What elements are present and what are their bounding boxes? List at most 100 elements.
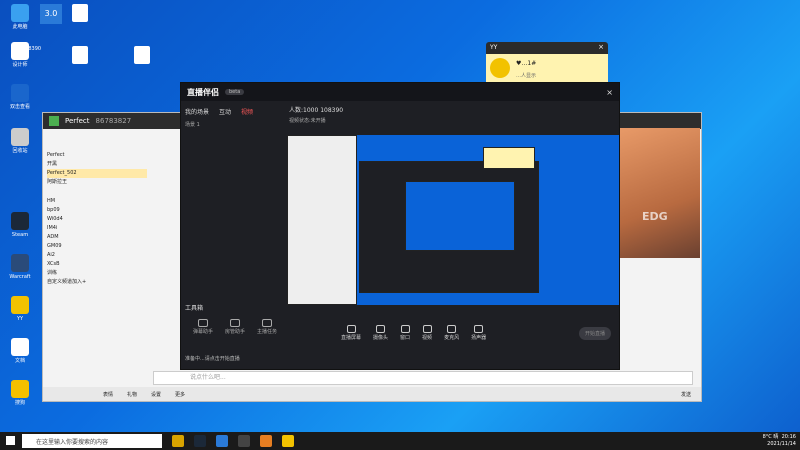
- bottom-item[interactable]: 礼物: [127, 391, 137, 398]
- action-label: 视频: [422, 335, 433, 341]
- live-tabs: 我的场景 互动 视频: [185, 107, 253, 116]
- tree-item[interactable]: Perfect: [47, 151, 147, 160]
- close-icon[interactable]: ×: [606, 88, 613, 97]
- tree-item[interactable]: GM09: [47, 242, 147, 251]
- monitor-icon: [346, 325, 356, 333]
- tree-item[interactable]: bp09: [47, 206, 147, 215]
- tool-icon: [230, 319, 240, 327]
- system-tray[interactable]: 8°C 晴 20:16 2021/11/14: [763, 434, 796, 448]
- tool-label: 房管助手: [224, 329, 245, 335]
- computer-icon: [11, 4, 29, 22]
- desktop-icon-label: YY: [16, 316, 24, 322]
- tab-interact[interactable]: 互动: [219, 107, 231, 116]
- taskbar: 在这里输入你要搜索的内容 8°C 晴 20:16 2021/11/14: [0, 432, 800, 450]
- bottom-item[interactable]: 设置: [151, 391, 161, 398]
- version-tag: beta: [225, 89, 245, 95]
- desktop-icon-label: 回收站: [12, 148, 28, 154]
- desktop-icon-2[interactable]: 双击查看: [2, 84, 38, 110]
- desktop-icon-label: 此电脑: [12, 24, 28, 30]
- tree-item[interactable]: IM4i: [47, 224, 147, 233]
- nested-window: [287, 135, 357, 305]
- tree-item[interactable]: 训练: [47, 269, 147, 278]
- yy-icon[interactable]: [282, 435, 294, 447]
- video-icon: [422, 325, 432, 333]
- tool-icon: [198, 319, 208, 327]
- tab-video[interactable]: 视频: [241, 107, 253, 116]
- chrome-icon[interactable]: [216, 435, 228, 447]
- tab-scenes[interactable]: 我的场景: [185, 107, 209, 116]
- bottom-item[interactable]: 表情: [103, 391, 113, 398]
- live-window[interactable]: 直播伴侣 beta × 我的场景 互动 视频 场景 1 人数:1000 1083…: [180, 82, 620, 370]
- desktop-icon-8[interactable]: 搜狗: [2, 380, 38, 406]
- live-logo: 直播伴侣: [187, 87, 219, 97]
- steam-icon: [11, 212, 29, 230]
- tool-item[interactable]: 房管助手: [219, 319, 251, 335]
- app-icon[interactable]: [238, 435, 250, 447]
- explorer-icon[interactable]: [172, 435, 184, 447]
- stream-preview: [287, 135, 619, 305]
- stream-preview-thumb: EDG: [620, 128, 700, 258]
- tree-item[interactable]: Wi0d4: [47, 215, 147, 224]
- action-label: 摄像头: [373, 335, 389, 341]
- tool-icon: [262, 319, 272, 327]
- tree-item[interactable]: Ai2: [47, 251, 147, 260]
- windows-start-icon[interactable]: [6, 436, 15, 445]
- tree-item[interactable]: ADM: [47, 233, 147, 242]
- document-icon: [11, 338, 29, 356]
- search-placeholder: 在这里输入你要搜索的内容: [36, 438, 109, 446]
- action-button[interactable]: 直播屏幕: [341, 325, 361, 341]
- action-button[interactable]: 麦克风: [444, 325, 459, 341]
- chat-title-id: 86783827: [95, 117, 132, 125]
- scene-label[interactable]: 场景 1: [185, 121, 200, 128]
- status-line: 准备中...请点击开始直播: [185, 356, 240, 362]
- toolbox-label: 工具箱: [185, 305, 204, 312]
- tool-item[interactable]: 主播任务: [251, 319, 283, 335]
- desktop-icon-3[interactable]: 回收站: [2, 128, 38, 154]
- chat-bottom-bar: 表情 礼物 设置 更多 发送: [43, 387, 701, 401]
- file-icon[interactable]: [134, 46, 150, 64]
- home-icon[interactable]: [49, 116, 59, 126]
- close-icon[interactable]: ×: [598, 43, 604, 51]
- yy-subtext: …人显示: [516, 73, 537, 79]
- speaker-icon: [474, 325, 484, 333]
- file-icon[interactable]: [72, 46, 88, 64]
- action-label: 麦克风: [444, 335, 460, 341]
- app-icon: [11, 84, 29, 102]
- tree-item[interactable]: XCsB: [47, 260, 147, 269]
- desktop-icon-0[interactable]: 此电脑: [2, 4, 38, 30]
- desktop-icon-5[interactable]: Warcraft: [2, 254, 38, 280]
- tree-item[interactable]: Perfect_502: [47, 169, 147, 178]
- desktop-icon-label: Warcraft: [9, 274, 31, 280]
- file-icon[interactable]: [72, 4, 88, 22]
- clock-date: 2021/11/14: [767, 441, 796, 447]
- taskbar-search[interactable]: 在这里输入你要搜索的内容: [22, 434, 162, 448]
- live-app-icon[interactable]: [260, 435, 272, 447]
- tree-item[interactable]: 开黑: [47, 160, 147, 169]
- action-button[interactable]: 摄像头: [373, 325, 388, 341]
- recycle-bin-icon: [11, 128, 29, 146]
- tool-label: 弹幕助手: [192, 329, 213, 335]
- top-number: 108390: [22, 46, 42, 52]
- desktop-icon-label: 设计师: [12, 62, 28, 68]
- channel-tree: Perfect 开黑 Perfect_502 阿斯拉王 HM bp09 Wi0d…: [47, 151, 147, 287]
- chat-input[interactable]: 说点什么吧...: [153, 371, 693, 385]
- toolbox-grid: 弹幕助手 房管助手 主播任务: [187, 319, 283, 335]
- send-button[interactable]: 发送: [681, 391, 691, 398]
- tree-item[interactable]: 自定义频道加入+: [47, 278, 147, 287]
- action-button[interactable]: 窗口: [400, 325, 410, 341]
- desktop-icon-7[interactable]: 文档: [2, 338, 38, 364]
- bottom-item[interactable]: 更多: [175, 391, 185, 398]
- desktop-icon-label: 双击查看: [9, 104, 30, 110]
- yy-status: ♥…1#: [516, 60, 537, 67]
- tree-item[interactable]: HM: [47, 197, 147, 206]
- action-button[interactable]: 视频: [422, 325, 432, 341]
- desktop-icon-4[interactable]: Steam: [2, 212, 38, 238]
- live-bottom-bar: 直播屏幕 摄像头 窗口 视频 麦克风 扬声器: [285, 323, 619, 343]
- desktop-icon-6[interactable]: YY: [2, 296, 38, 322]
- start-live-button[interactable]: 开始直播: [578, 327, 611, 340]
- steam-icon[interactable]: [194, 435, 206, 447]
- action-button[interactable]: 扬声器: [471, 325, 486, 341]
- avatar: [490, 58, 510, 78]
- tree-item[interactable]: 阿斯拉王: [47, 178, 147, 187]
- tool-item[interactable]: 弹幕助手: [187, 319, 219, 335]
